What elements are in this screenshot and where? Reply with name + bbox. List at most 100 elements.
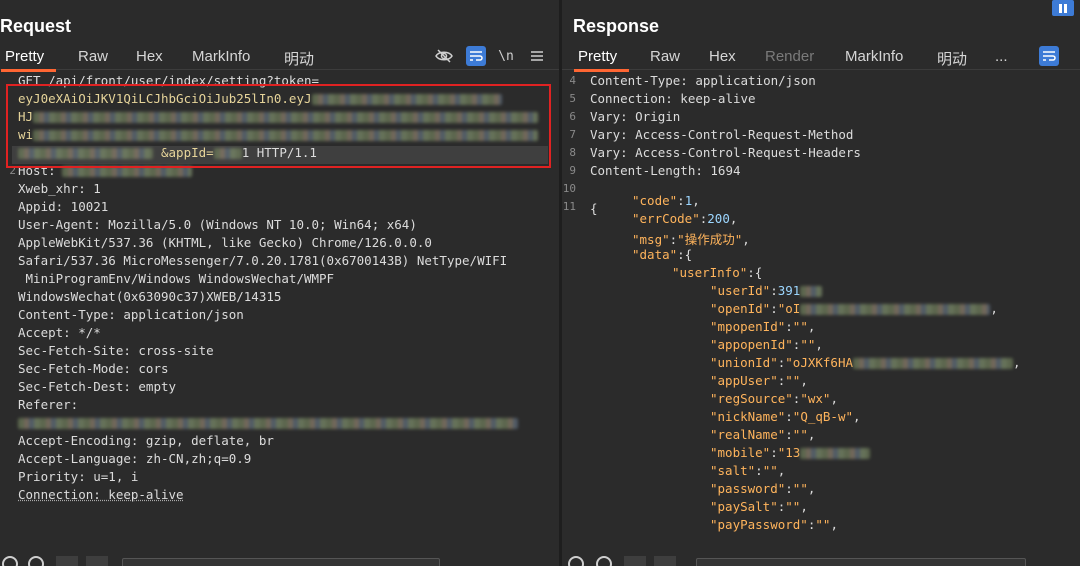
request-line: &appId= 1 HTTP/1.1 bbox=[18, 145, 317, 160]
request-title: Request bbox=[0, 16, 72, 36]
redacted-token bbox=[18, 148, 153, 159]
response-line-number: 6 bbox=[569, 110, 576, 123]
response-tab-pretty[interactable]: Pretty bbox=[573, 48, 630, 72]
request-line: HJ bbox=[18, 109, 539, 124]
response-help-icon[interactable] bbox=[568, 556, 584, 566]
request-line-text: Accept: */* bbox=[18, 325, 101, 340]
json-line-openid: "openId":"oI, bbox=[710, 301, 998, 316]
request-line: Sec-Fetch-Site: cross-site bbox=[18, 343, 214, 358]
request-line: MiniProgramEnv/Windows WindowsWechat/WMP… bbox=[18, 271, 335, 286]
response-forward-button[interactable] bbox=[654, 556, 676, 566]
response-tab-more[interactable]: ... bbox=[995, 48, 1008, 65]
request-line-text: Sec-Fetch-Mode: cors bbox=[18, 361, 169, 376]
json-line-password: "password":"", bbox=[710, 481, 816, 496]
request-line-text: Accept-Language: zh-CN,zh;q=0.9 bbox=[18, 451, 252, 466]
request-line: Referer: bbox=[18, 397, 78, 412]
response-tabs: Pretty Raw Hex Render MarkInfo 明动 ... bbox=[562, 44, 1080, 72]
redacted-token bbox=[33, 112, 539, 123]
request-line-text: Priority: u=1, i bbox=[18, 469, 139, 484]
response-settings-gear-icon[interactable] bbox=[596, 556, 612, 566]
request-line: Accept-Encoding: gzip, deflate, br bbox=[18, 433, 274, 448]
response-tab-raw[interactable]: Raw bbox=[650, 48, 680, 65]
response-line-number: 4 bbox=[569, 74, 576, 87]
response-line-number: 11 bbox=[562, 200, 576, 213]
request-line-text: Content-Type: application/json bbox=[18, 307, 244, 322]
hide-eye-icon[interactable] bbox=[434, 46, 454, 66]
json-line-code: "code":1, bbox=[632, 193, 700, 208]
request-line: Sec-Fetch-Dest: empty bbox=[18, 379, 176, 394]
json-line-appuser: "appUser":"", bbox=[710, 373, 808, 388]
response-back-button[interactable] bbox=[624, 556, 646, 566]
redacted-token bbox=[33, 130, 539, 141]
response-tab-mingdong[interactable]: 明动 bbox=[937, 48, 967, 69]
response-title: Response bbox=[573, 16, 660, 36]
json-line-mpopenid: "mpopenId":"", bbox=[710, 319, 816, 334]
response-header-line: Content-Length: 1694 bbox=[590, 163, 741, 178]
request-tab-markinfo[interactable]: MarkInfo bbox=[192, 48, 250, 65]
request-line-text: HJ bbox=[18, 109, 34, 124]
wrap-lines-icon[interactable] bbox=[466, 46, 486, 66]
json-line-msg: "msg":"操作成功", bbox=[632, 232, 750, 247]
request-line-text: Xweb_xhr: 1 bbox=[18, 181, 101, 196]
response-header-line: Connection: keep-alive bbox=[590, 91, 756, 106]
request-line bbox=[18, 415, 518, 430]
response-line-number: 9 bbox=[569, 164, 576, 177]
json-line-userinfo: "userInfo":{ bbox=[672, 265, 763, 280]
request-bottom-bar bbox=[0, 552, 559, 566]
request-line-text: Host: bbox=[18, 163, 56, 178]
response-header-line: Vary: Origin bbox=[590, 109, 681, 124]
request-line: Host: bbox=[18, 163, 192, 178]
request-tab-mingdong[interactable]: 明动 bbox=[284, 48, 314, 69]
help-icon[interactable] bbox=[2, 556, 18, 566]
request-line-text: eyJ0eXAiOiJKV1QiLCJhbGciOiJub25lIn0.eyJ bbox=[18, 91, 312, 106]
request-line-text: User-Agent: Mozilla/5.0 (Windows NT 10.0… bbox=[18, 217, 417, 232]
json-line-errcode: "errCode":200, bbox=[632, 211, 738, 226]
request-line-text: Sec-Fetch-Dest: empty bbox=[18, 379, 177, 394]
request-line: Connection: keep-alive bbox=[18, 487, 184, 502]
redacted-appid bbox=[213, 148, 242, 159]
settings-gear-icon[interactable] bbox=[28, 556, 44, 566]
response-header-line: Content-Type: application/json bbox=[590, 73, 816, 88]
request-tab-hex[interactable]: Hex bbox=[136, 48, 163, 65]
response-line-number: 8 bbox=[569, 146, 576, 159]
request-line-number: 2 bbox=[9, 164, 16, 177]
request-line: WindowsWechat(0x63090c37)XWEB/14315 bbox=[18, 289, 281, 304]
request-line-text: wi bbox=[18, 127, 34, 142]
response-line-number: 5 bbox=[569, 92, 576, 105]
response-search-input[interactable] bbox=[696, 558, 1026, 566]
http-version: HTTP/1.1 bbox=[256, 145, 317, 160]
request-pane: Request Pretty Raw Hex MarkInfo 明动 \n GE… bbox=[0, 0, 559, 566]
response-tab-render[interactable]: Render bbox=[765, 48, 814, 65]
request-line-text: Referer: bbox=[18, 397, 79, 412]
json-line-paypassword: "payPassword":"", bbox=[710, 517, 838, 532]
newline-toggle-icon[interactable]: \n bbox=[496, 46, 516, 66]
request-tab-raw[interactable]: Raw bbox=[78, 48, 108, 65]
menu-icon[interactable] bbox=[527, 46, 547, 66]
request-search-input[interactable] bbox=[122, 558, 440, 566]
response-tab-markinfo[interactable]: MarkInfo bbox=[845, 48, 903, 65]
request-line-text: AppleWebKit/537.36 (KHTML, like Gecko) C… bbox=[18, 235, 432, 250]
back-button[interactable] bbox=[56, 556, 78, 566]
json-line-regsource: "regSource":"wx", bbox=[710, 391, 838, 406]
request-line-text: Sec-Fetch-Site: cross-site bbox=[18, 343, 214, 358]
request-tab-pretty[interactable]: Pretty bbox=[0, 48, 57, 72]
request-line-text: &appId= bbox=[161, 145, 214, 160]
request-line: Safari/537.36 MicroMessenger/7.0.20.1781… bbox=[18, 253, 507, 268]
forward-button[interactable] bbox=[86, 556, 108, 566]
request-line: GET /api/front/user/index/setting?token= bbox=[18, 73, 319, 88]
json-line-paysalt: "paySalt":"", bbox=[710, 499, 808, 514]
response-wrap-lines-icon[interactable] bbox=[1039, 46, 1059, 66]
layout-toggle-icon[interactable] bbox=[1052, 0, 1074, 16]
request-line-text: Connection: keep-alive bbox=[18, 487, 184, 502]
response-pane: Response Pretty Raw Hex Render MarkInfo … bbox=[562, 0, 1080, 566]
redacted-referer bbox=[18, 418, 518, 429]
request-line-text: Safari/537.36 MicroMessenger/7.0.20.1781… bbox=[18, 253, 508, 268]
request-line: Accept: */* bbox=[18, 325, 101, 340]
request-line-text: GET /api/front/user/index/setting?token= bbox=[18, 73, 320, 88]
request-line: Accept-Language: zh-CN,zh;q=0.9 bbox=[18, 451, 251, 466]
request-line-text: MiniProgramEnv/Windows WindowsWechat/WMP… bbox=[18, 271, 335, 286]
response-line-number: 7 bbox=[569, 128, 576, 141]
response-tab-hex[interactable]: Hex bbox=[709, 48, 736, 65]
request-line: Appid: 10021 bbox=[18, 199, 108, 214]
response-bottom-bar bbox=[562, 552, 1080, 566]
